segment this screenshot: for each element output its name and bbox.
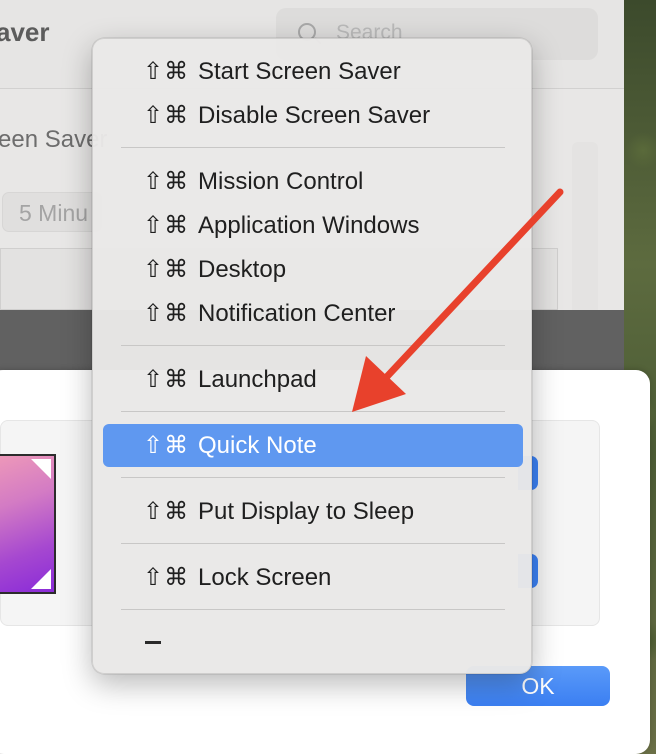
top-right-corner-icon bbox=[31, 459, 51, 479]
shift-command-icon: ⇧⌘ bbox=[143, 300, 190, 327]
shift-command-icon: ⇧⌘ bbox=[143, 58, 190, 85]
window-title: aver bbox=[0, 17, 50, 47]
menu-item-label: Disable Screen Saver bbox=[198, 102, 431, 129]
shift-command-icon: ⇧⌘ bbox=[143, 256, 190, 283]
menu-item-label: Put Display to Sleep bbox=[198, 498, 415, 525]
shift-command-icon: ⇧⌘ bbox=[143, 212, 190, 239]
shift-command-icon: ⇧⌘ bbox=[143, 102, 190, 129]
menu-separator bbox=[121, 477, 505, 478]
shift-command-icon: ⇧⌘ bbox=[143, 432, 190, 459]
minutes-value: 5 Minu bbox=[19, 200, 89, 226]
menu-item-quick-note[interactable]: ⇧⌘ Quick Note bbox=[103, 424, 523, 467]
menu-item-label: Desktop bbox=[198, 256, 287, 283]
menu-item-notification-center[interactable]: ⇧⌘ Notification Center bbox=[103, 292, 523, 335]
menu-item-label: Quick Note bbox=[198, 432, 317, 459]
desktop-preview-thumbnail bbox=[0, 454, 56, 594]
menu-item-start-screen-saver[interactable]: ⇧⌘ Start Screen Saver bbox=[103, 50, 523, 93]
menu-item-label: Launchpad bbox=[198, 366, 317, 393]
menu-separator bbox=[121, 411, 505, 412]
shift-command-icon: ⇧⌘ bbox=[143, 168, 190, 195]
menu-item-desktop[interactable]: ⇧⌘ Desktop bbox=[103, 248, 523, 291]
menu-item-label: Lock Screen bbox=[198, 564, 332, 591]
menu-item-none[interactable] bbox=[145, 641, 161, 644]
menu-separator bbox=[121, 543, 505, 544]
menu-item-label: Application Windows bbox=[198, 212, 420, 239]
shift-command-icon: ⇧⌘ bbox=[143, 498, 190, 525]
menu-item-mission-control[interactable]: ⇧⌘ Mission Control bbox=[103, 160, 523, 203]
menu-separator bbox=[121, 345, 505, 346]
shift-command-icon: ⇧⌘ bbox=[143, 366, 190, 393]
minutes-popup[interactable]: 5 Minu bbox=[2, 192, 102, 232]
bottom-right-corner-icon bbox=[31, 569, 51, 589]
menu-item-lock-screen[interactable]: ⇧⌘ Lock Screen bbox=[103, 556, 523, 599]
menu-item-launchpad[interactable]: ⇧⌘ Launchpad bbox=[103, 358, 523, 401]
hot-corner-action-menu: ⇧⌘ Start Screen Saver ⇧⌘ Disable Screen Sa… bbox=[92, 38, 532, 674]
shift-command-icon: ⇧⌘ bbox=[143, 564, 190, 591]
menu-item-application-windows[interactable]: ⇧⌘ Application Windows bbox=[103, 204, 523, 247]
menu-item-label: Mission Control bbox=[198, 168, 364, 195]
menu-item-disable-screen-saver[interactable]: ⇧⌘ Disable Screen Saver bbox=[103, 94, 523, 137]
menu-item-label: Notification Center bbox=[198, 300, 396, 327]
menu-item-label: Start Screen Saver bbox=[198, 58, 401, 85]
menu-item-put-display-to-sleep[interactable]: ⇧⌘ Put Display to Sleep bbox=[103, 490, 523, 533]
menu-separator bbox=[121, 147, 505, 148]
menu-separator bbox=[121, 609, 505, 610]
